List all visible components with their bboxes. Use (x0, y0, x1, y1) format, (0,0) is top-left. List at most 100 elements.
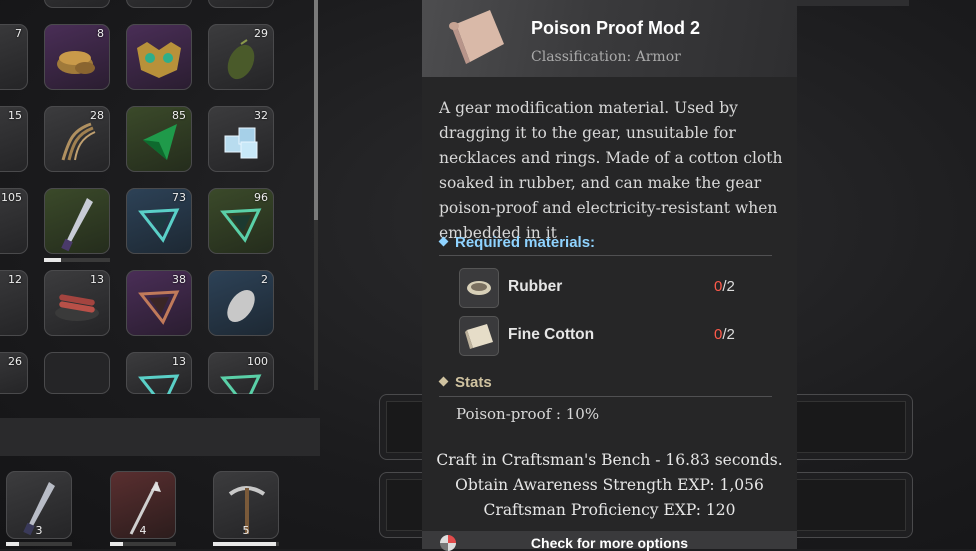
durability-bar-fill (213, 542, 276, 546)
durability-bar (44, 258, 110, 262)
hotbar-slot-number: 5 (242, 524, 250, 537)
required-materials-label: Required materials: (455, 234, 596, 251)
inventory-slot[interactable]: 13 (44, 270, 110, 336)
awareness-exp: Obtain Awareness Strength EXP: 1,056 (455, 476, 764, 494)
ice-cubes-icon (224, 127, 258, 159)
tooltip-header: Poison Proof Mod 2 Classification: Armor (422, 0, 797, 77)
item-quantity: 2 (261, 273, 268, 286)
inventory-slot-empty[interactable] (44, 352, 110, 394)
stone-icon (227, 289, 255, 322)
item-quantity: 12 (8, 273, 22, 286)
item-quantity: 15 (8, 109, 22, 122)
inventory-slot[interactable] (44, 0, 110, 8)
item-quantity: 85 (172, 109, 186, 122)
material-name: Fine Cotton (508, 326, 595, 343)
item-quantity: 8 (97, 27, 104, 40)
stats-label: Stats (455, 374, 492, 391)
inventory-slot[interactable]: 85 (126, 106, 192, 172)
item-quantity: 13 (90, 273, 104, 286)
inventory-slot[interactable]: 28 (44, 106, 110, 172)
item-description: A gear modification material. Used by dr… (439, 99, 783, 242)
item-quantity: 32 (254, 109, 268, 122)
material-row: Fine Cotton 0/2 (459, 316, 759, 356)
item-quantity: 28 (90, 109, 104, 122)
inventory-slot[interactable]: 13 (126, 352, 192, 394)
teal-mod-icon (138, 207, 180, 243)
fine-cotton-icon (459, 316, 499, 356)
material-count: 0/2 (714, 326, 735, 343)
seed-pod-icon (227, 38, 255, 79)
hotbar-slot-number: 3 (35, 524, 43, 537)
copper-mod-icon (138, 289, 180, 325)
durability-bar-fill (110, 542, 124, 546)
cloth-scroll-icon (449, 10, 504, 64)
item-quantity: 26 (8, 355, 22, 368)
green-crystal-icon (143, 123, 177, 160)
inventory-slot[interactable] (208, 0, 274, 8)
inventory-slot[interactable] (44, 188, 110, 254)
more-options-bar[interactable]: Check for more options (422, 531, 797, 551)
durability-bar (213, 542, 279, 546)
inventory-slot[interactable]: 96 (208, 188, 274, 254)
hotbar-slot[interactable]: 5 (213, 471, 279, 539)
material-need: /2 (722, 278, 735, 295)
stats-header: Stats (438, 374, 492, 391)
item-quantity: 100 (247, 355, 268, 368)
durability-bar (110, 542, 176, 546)
item-quantity: 96 (254, 191, 268, 204)
hotbar-slot-number: 4 (139, 524, 147, 537)
teal-mod-icon (220, 207, 262, 243)
inventory-slot[interactable]: 15 (0, 106, 28, 172)
inventory-slot[interactable]: 73 (126, 188, 192, 254)
material-row: Rubber 0/2 (459, 268, 759, 308)
inventory-slot[interactable]: 32 (208, 106, 274, 172)
durability-bar-fill (44, 258, 61, 262)
item-quantity: 38 (172, 273, 186, 286)
durability-bar (6, 542, 72, 546)
item-classification: Classification: Armor (531, 49, 681, 65)
teal-mod-icon (220, 374, 262, 394)
material-name: Rubber (508, 278, 563, 295)
bowl-icon (57, 50, 95, 74)
item-quantity: 13 (172, 355, 186, 368)
inventory-slot[interactable]: 38 (126, 270, 192, 336)
inventory-footer-strip (0, 418, 320, 456)
item-quantity: 29 (254, 27, 268, 40)
craft-location-time: Craft in Craftsman's Bench - 16.83 secon… (436, 451, 783, 469)
material-count: 0/2 (714, 278, 735, 295)
top-right-bar (797, 0, 909, 6)
mask-icon (137, 41, 181, 78)
stat-line: Poison-proof : 10% (456, 405, 600, 423)
inventory-slot[interactable]: 2 (208, 270, 274, 336)
hotbar-slot[interactable]: 3 (6, 471, 72, 539)
inventory-slot[interactable]: 12 (0, 270, 28, 336)
item-quantity: 73 (172, 191, 186, 204)
inventory-slot[interactable]: 105 (0, 188, 28, 254)
material-need: /2 (722, 326, 735, 343)
inventory-scrollbar-thumb[interactable] (314, 0, 318, 220)
item-quantity: 7 (15, 27, 22, 40)
inventory-slot[interactable]: 26 (0, 352, 28, 394)
item-tooltip: Poison Proof Mod 2 Classification: Armor… (422, 0, 797, 551)
inventory-slot[interactable]: 100 (208, 352, 274, 394)
durability-bar-fill (6, 542, 20, 546)
divider (439, 255, 772, 256)
meat-icon (55, 294, 99, 321)
inventory-slot[interactable]: 29 (208, 24, 274, 90)
diamond-icon (438, 236, 449, 247)
inventory-slot[interactable]: 8 (44, 24, 110, 90)
divider (439, 396, 772, 397)
rope-icon (61, 122, 96, 161)
item-quantity: 105 (1, 191, 22, 204)
diamond-icon (438, 376, 449, 387)
inventory-slot[interactable] (126, 0, 192, 8)
sword-icon (61, 197, 93, 251)
item-name: Poison Proof Mod 2 (531, 18, 700, 38)
inventory-slot[interactable]: 7 (0, 24, 28, 90)
hotbar-slot[interactable]: 4 (110, 471, 176, 539)
required-materials-header: Required materials: (438, 234, 596, 251)
rubber-icon (459, 268, 499, 308)
teal-mod-icon (138, 374, 180, 394)
proficiency-exp: Craftsman Proficiency EXP: 120 (483, 501, 736, 519)
inventory-slot[interactable] (126, 24, 192, 90)
